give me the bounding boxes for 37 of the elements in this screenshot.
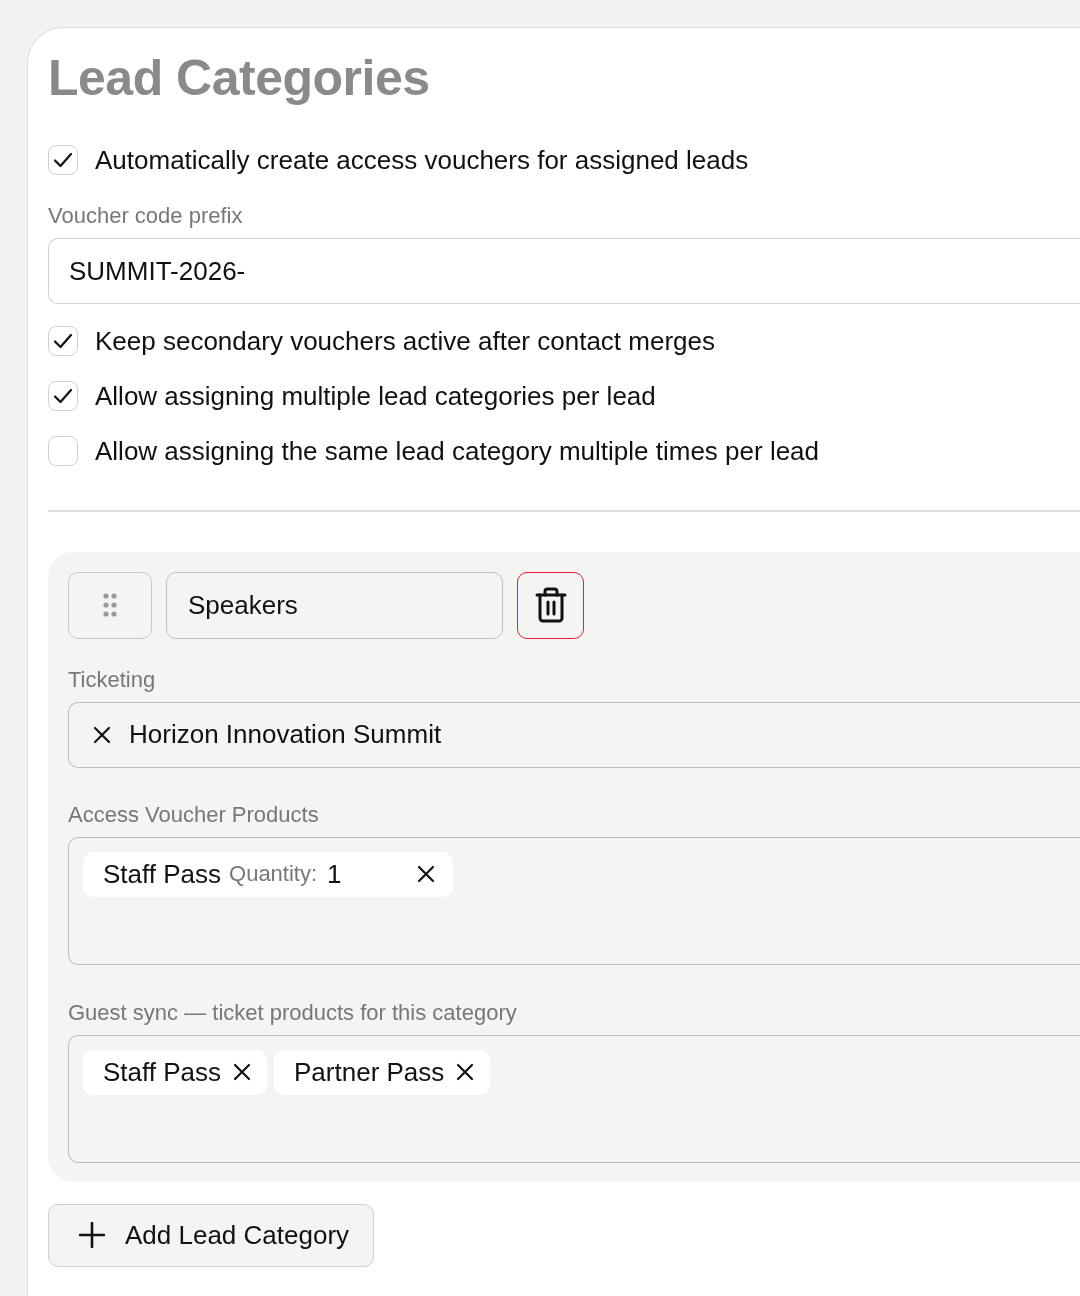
check-icon: [53, 333, 73, 349]
quantity-value[interactable]: 1: [327, 858, 408, 890]
product-select[interactable]: Staff Pass Quantity: 1: [68, 836, 1080, 965]
product-select[interactable]: Staff Pass Partner Pass: [68, 1034, 1080, 1163]
trash-icon: [534, 587, 567, 623]
checkbox[interactable]: [48, 326, 78, 356]
checkbox-label: Allow assigning multiple lead categories per lead: [95, 380, 656, 412]
remove-icon[interactable]: [417, 865, 436, 883]
checkbox-label: Automatically create access vouchers for assigned leads: [95, 144, 749, 176]
remove-icon[interactable]: [456, 1063, 475, 1081]
field-label: Voucher code prefix: [48, 203, 243, 229]
page-title: Lead Categories: [48, 49, 430, 108]
text-field[interactable]: SUMMIT-2026-: [48, 238, 1080, 304]
selected-event: Horizon Innovation Summit: [129, 719, 442, 750]
plus-icon: [79, 1222, 105, 1248]
product-name: Staff Pass: [103, 1056, 222, 1088]
checkbox[interactable]: [48, 381, 78, 411]
check-icon: [53, 388, 73, 404]
checkbox-label: Keep secondary vouchers active after contact merges: [95, 325, 715, 357]
check-icon: [53, 152, 73, 168]
checkbox-label: Allow assigning the same lead category multiple times per lead: [95, 435, 820, 467]
field-label: Guest sync — ticket products for this category: [68, 999, 517, 1026]
ticketing-select[interactable]: Horizon Innovation Summit: [68, 701, 1080, 768]
checkbox[interactable]: [48, 436, 78, 466]
quantity-label: Quantity:: [229, 861, 318, 887]
field-label: Access Voucher Products: [68, 801, 319, 828]
add-category-button[interactable]: Add Lead Category: [48, 1203, 375, 1267]
drag-dots-icon: [103, 593, 117, 617]
category-name-field[interactable]: Speakers: [166, 571, 503, 639]
product-name: Partner Pass: [294, 1056, 445, 1088]
product-name: Staff Pass: [103, 858, 222, 890]
drag-handle[interactable]: [68, 571, 152, 639]
field-label: Ticketing: [68, 666, 156, 693]
delete-button[interactable]: [517, 571, 584, 639]
remove-icon[interactable]: [93, 725, 111, 744]
checkbox[interactable]: [48, 145, 78, 175]
remove-icon[interactable]: [233, 1063, 252, 1081]
